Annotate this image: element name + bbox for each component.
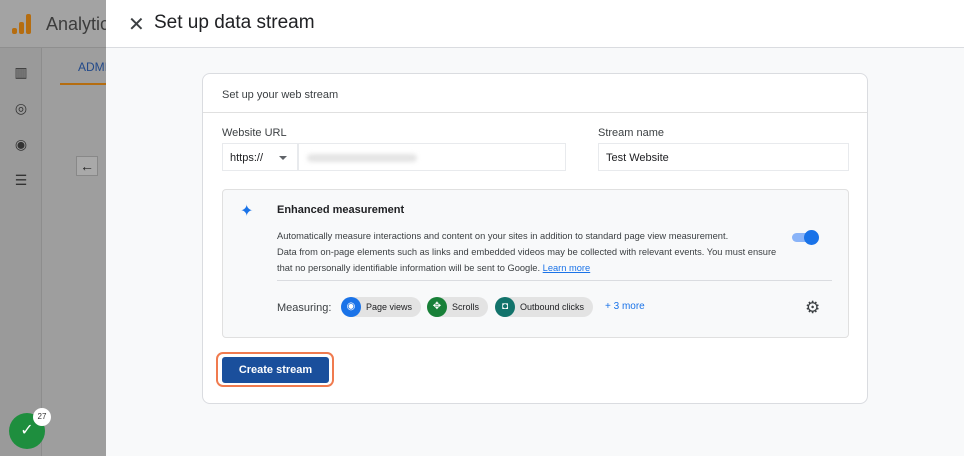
page-title: Set up data stream bbox=[154, 12, 315, 33]
chip-label: Page views bbox=[366, 302, 413, 312]
chip-label: Outbound clicks bbox=[520, 302, 585, 312]
panel-header: ✕ Set up data stream bbox=[106, 0, 964, 48]
advertising-icon[interactable]: ◉ bbox=[13, 136, 29, 152]
gear-icon[interactable]: ⚙ bbox=[805, 298, 820, 318]
explore-icon[interactable]: ◎ bbox=[13, 100, 29, 116]
reports-icon[interactable]: ▥ bbox=[13, 64, 29, 80]
close-icon[interactable]: ✕ bbox=[128, 12, 145, 37]
blurred-url bbox=[307, 154, 417, 162]
analytics-logo-icon bbox=[12, 14, 32, 34]
chip-outbound-clicks: ◘ Outbound clicks bbox=[495, 297, 594, 317]
enhanced-title: Enhanced measurement bbox=[277, 204, 405, 216]
eye-icon: ◉ bbox=[341, 297, 361, 317]
back-arrow-icon[interactable]: ← bbox=[76, 156, 98, 176]
website-url-label: Website URL bbox=[222, 127, 287, 139]
mouse-icon: ◘ bbox=[495, 297, 515, 317]
desc-line-1: Automatically measure interactions and c… bbox=[277, 231, 729, 241]
enhanced-description: Automatically measure interactions and c… bbox=[277, 228, 777, 276]
learn-more-link[interactable]: Learn more bbox=[543, 263, 591, 273]
app-topbar: Analytics bbox=[0, 0, 118, 48]
notification-badge: 27 bbox=[33, 408, 51, 426]
desc-line-2: Data from on-page elements such as links… bbox=[277, 247, 777, 273]
more-link[interactable]: + 3 more bbox=[605, 301, 645, 312]
protocol-select[interactable]: https:// bbox=[222, 143, 298, 171]
create-highlight: Create stream bbox=[216, 352, 334, 387]
chip-page-views: ◉ Page views bbox=[341, 297, 422, 317]
scroll-icon: ✥ bbox=[427, 297, 447, 317]
protocol-value: https:// bbox=[230, 152, 264, 164]
chip-label: Scrolls bbox=[452, 302, 480, 312]
measuring-label: Measuring: bbox=[277, 302, 332, 314]
web-stream-card: Set up your web stream Website URL https… bbox=[202, 73, 868, 404]
chip-scrolls: ✥ Scrolls bbox=[427, 297, 489, 317]
card-title: Set up your web stream bbox=[203, 74, 867, 113]
sparkle-icon: ✦ bbox=[240, 203, 254, 220]
background-app: Analytics ▥ ◎ ◉ ☰ ADMIN ← bbox=[0, 0, 118, 456]
check-icon: ✓ bbox=[20, 422, 34, 439]
stream-name-input[interactable]: Test Website bbox=[598, 143, 849, 171]
tab-indicator bbox=[60, 83, 106, 85]
stream-name-label: Stream name bbox=[598, 127, 665, 139]
dropdown-arrow-icon bbox=[279, 156, 287, 160]
create-stream-button[interactable]: Create stream bbox=[222, 357, 329, 383]
website-url-input[interactable] bbox=[298, 143, 566, 171]
list-icon[interactable]: ☰ bbox=[13, 172, 29, 188]
nav-rail: ▥ ◎ ◉ ☰ bbox=[0, 48, 42, 456]
enhanced-measurement-section: ✦ Enhanced measurement Automatically mea… bbox=[222, 189, 849, 338]
setup-panel: ✕ Set up data stream Set up your web str… bbox=[106, 0, 964, 456]
enhanced-toggle[interactable] bbox=[792, 230, 820, 245]
divider bbox=[277, 280, 832, 281]
